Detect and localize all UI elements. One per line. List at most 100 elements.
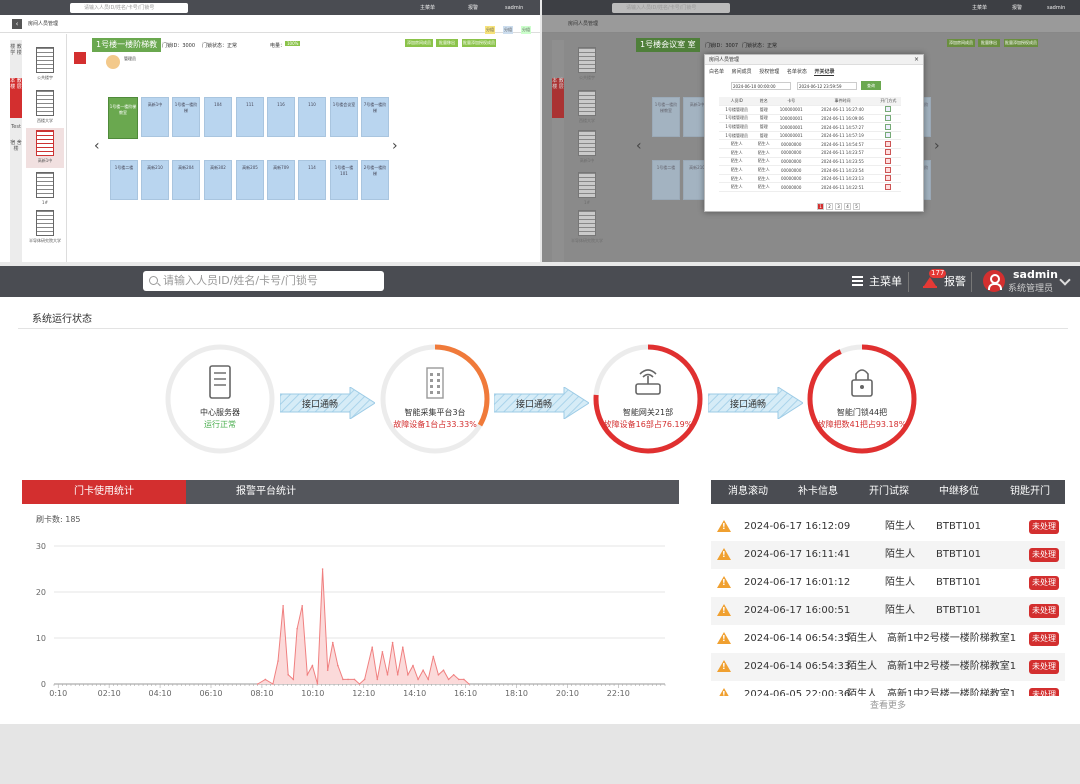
dialog-tab[interactable]: 白名单: [709, 69, 724, 75]
status-badge[interactable]: 未处理: [1029, 548, 1059, 562]
shot-side-tab[interactable]: 楼 教 学 楼: [10, 44, 22, 56]
shot-alarm[interactable]: 报警: [468, 4, 478, 12]
batch-remove-button[interactable]: 批量移出: [978, 39, 1000, 47]
status-node[interactable]: 中心服务器 运行正常: [165, 344, 275, 454]
alarm-row[interactable]: 2024-06-05 22:00:36陌生人 高新1中2号楼一楼阶梯教室1 未处理: [711, 681, 1065, 696]
next-icon[interactable]: ›: [934, 138, 940, 154]
room-cell[interactable]: 2号楼一楼阶梯: [361, 160, 389, 200]
building-item[interactable]: 高新1中: [568, 128, 606, 168]
avatar[interactable]: [983, 270, 1005, 292]
room-cell[interactable]: 1号楼二楼: [110, 160, 138, 200]
shot-side-tab[interactable]: 本 教 楼 层: [10, 78, 22, 118]
col-header[interactable]: 消息滚动: [728, 480, 768, 504]
back-icon[interactable]: ‹: [12, 19, 22, 29]
col-header[interactable]: 开门试探: [869, 480, 909, 504]
page-number[interactable]: 5: [853, 203, 860, 210]
room-cell[interactable]: 1号楼二楼: [652, 160, 680, 200]
prev-icon[interactable]: ‹: [636, 138, 642, 154]
status-badge[interactable]: 未处理: [1029, 660, 1059, 674]
room-cell[interactable]: 7号楼一楼阶梯: [361, 97, 389, 137]
username[interactable]: sadmin: [1013, 268, 1058, 282]
alarm-label[interactable]: 报警: [944, 275, 966, 289]
room-cell[interactable]: 高新302: [204, 160, 232, 200]
shot-menu[interactable]: 主菜单: [420, 4, 435, 12]
page-number[interactable]: 4: [844, 203, 851, 210]
building-item[interactable]: 1#: [26, 170, 64, 210]
building-item[interactable]: 半导体研究院大学: [26, 208, 64, 248]
shot-side-tab[interactable]: 宿 舍 楼: [10, 140, 22, 152]
alarm-row[interactable]: 2024-06-17 16:11:41 陌生人 BTBT101 未处理: [711, 541, 1065, 569]
building-item[interactable]: 西楼大学: [26, 88, 64, 128]
room-cell[interactable]: 高新1中: [141, 97, 169, 137]
alarm-row[interactable]: 2024-06-17 16:00:51 陌生人 BTBT101 未处理: [711, 597, 1065, 625]
shot-user[interactable]: sadmin: [505, 4, 523, 12]
status-badge[interactable]: 未处理: [1029, 688, 1059, 696]
query-button[interactable]: 查询: [861, 81, 881, 90]
room-cell[interactable]: 1号楼一楼阶梯: [172, 97, 200, 137]
status-badge[interactable]: 未处理: [1029, 576, 1059, 590]
shot-alarm[interactable]: 报警: [1012, 4, 1022, 12]
room-cell[interactable]: 高新210: [141, 160, 169, 200]
tab-card-usage[interactable]: 门卡使用统计: [22, 480, 186, 504]
alarm-row[interactable]: 2024-06-14 06:54:35陌生人高新1中2号楼一楼阶梯教室1 未处理: [711, 625, 1065, 653]
alarm-row[interactable]: 2024-06-17 16:01:12 陌生人 BTBT101 未处理: [711, 569, 1065, 597]
group-button[interactable]: 分组: [521, 26, 531, 34]
col-header[interactable]: 中继移位: [939, 480, 979, 504]
building-item[interactable]: 西楼大学: [568, 88, 606, 128]
batch-auth-button[interactable]: 批量添加授权成员: [462, 39, 496, 47]
col-header[interactable]: 补卡信息: [798, 480, 838, 504]
room-cell[interactable]: 114: [298, 160, 326, 200]
page-number[interactable]: 2: [826, 203, 833, 210]
alarm-row[interactable]: 2024-06-17 16:12:09 陌生人 BTBT101 未处理: [711, 513, 1065, 541]
room-cell[interactable]: 110: [298, 97, 326, 137]
shot-search-input[interactable]: 请输入人员ID/姓名/卡号/门锁号: [612, 3, 730, 13]
page-number[interactable]: 3: [835, 203, 842, 210]
tab-alarm-platform[interactable]: 报警平台统计: [186, 480, 346, 504]
room-cell[interactable]: 116: [267, 97, 295, 137]
alarm-row[interactable]: 2024-06-14 06:54:33陌生人高新1中2号楼一楼阶梯教室1 未处理: [711, 653, 1065, 681]
main-menu-label[interactable]: 主菜单: [869, 275, 902, 289]
shot-side-tab[interactable]: 本 教 楼 层: [552, 78, 564, 118]
dialog-tab[interactable]: 房间成员: [732, 69, 752, 75]
add-member-button[interactable]: 添加房间成员: [947, 39, 975, 47]
view-more-link[interactable]: 查看更多: [870, 698, 906, 711]
room-cell[interactable]: 高新709: [267, 160, 295, 200]
next-icon[interactable]: ›: [392, 138, 398, 154]
chevron-down-icon[interactable]: [1059, 274, 1071, 286]
status-badge[interactable]: 未处理: [1029, 604, 1059, 618]
building-item[interactable]: 高新1中: [26, 128, 64, 168]
shot-user[interactable]: sadmin: [1047, 4, 1065, 12]
batch-auth-button[interactable]: 批量添加授权成员: [1004, 39, 1038, 47]
menu-icon[interactable]: [852, 276, 863, 286]
room-cell[interactable]: 高新205: [236, 160, 264, 200]
room-cell[interactable]: 104: [204, 97, 232, 137]
add-member-button[interactable]: 添加房间成员: [405, 39, 433, 47]
close-icon[interactable]: ×: [914, 56, 919, 63]
group-button[interactable]: 分组: [503, 26, 513, 34]
status-node[interactable]: 智能网关21部 故障设备16部占76.19%: [593, 344, 703, 454]
building-item[interactable]: 1#: [568, 170, 606, 210]
room-selected[interactable]: 1号楼一楼阶梯教室: [108, 97, 138, 139]
date-to-input[interactable]: 2024-06-12 23:59:59: [797, 82, 857, 90]
col-header[interactable]: 钥匙开门: [1010, 480, 1050, 504]
building-item[interactable]: 公共楼宇: [26, 45, 64, 85]
room-cell[interactable]: 1号楼一楼阶梯教室: [652, 97, 680, 137]
status-node[interactable]: 智能门锁44把 故障把数41把占93.18%: [807, 344, 917, 454]
dialog-tab-active[interactable]: 开关记录: [814, 69, 835, 76]
status-node[interactable]: 智能采集平台3台 故障设备1台占33.33%: [380, 344, 490, 454]
status-badge[interactable]: 未处理: [1029, 520, 1059, 534]
room-cell[interactable]: 111: [236, 97, 264, 137]
shot-menu[interactable]: 主菜单: [972, 4, 987, 12]
shot-side-tab[interactable]: Test: [10, 124, 22, 130]
page-number[interactable]: 1: [817, 203, 824, 210]
room-cell[interactable]: 1号楼会议室: [330, 97, 358, 137]
dialog-tab[interactable]: 名单状态: [787, 69, 807, 75]
date-from-input[interactable]: 2024-06-10 00:00:00: [731, 82, 791, 90]
status-badge[interactable]: 未处理: [1029, 632, 1059, 646]
shot-search-input[interactable]: 请输入人员ID/姓名/卡号/门锁号: [70, 3, 188, 13]
room-cell[interactable]: 1号楼一楼101: [330, 160, 358, 200]
room-cell[interactable]: 高新204: [172, 160, 200, 200]
dialog-tab[interactable]: 授权管理: [759, 69, 779, 75]
batch-remove-button[interactable]: 批量移出: [436, 39, 458, 47]
building-item[interactable]: 半导体研究院大学: [568, 208, 606, 248]
